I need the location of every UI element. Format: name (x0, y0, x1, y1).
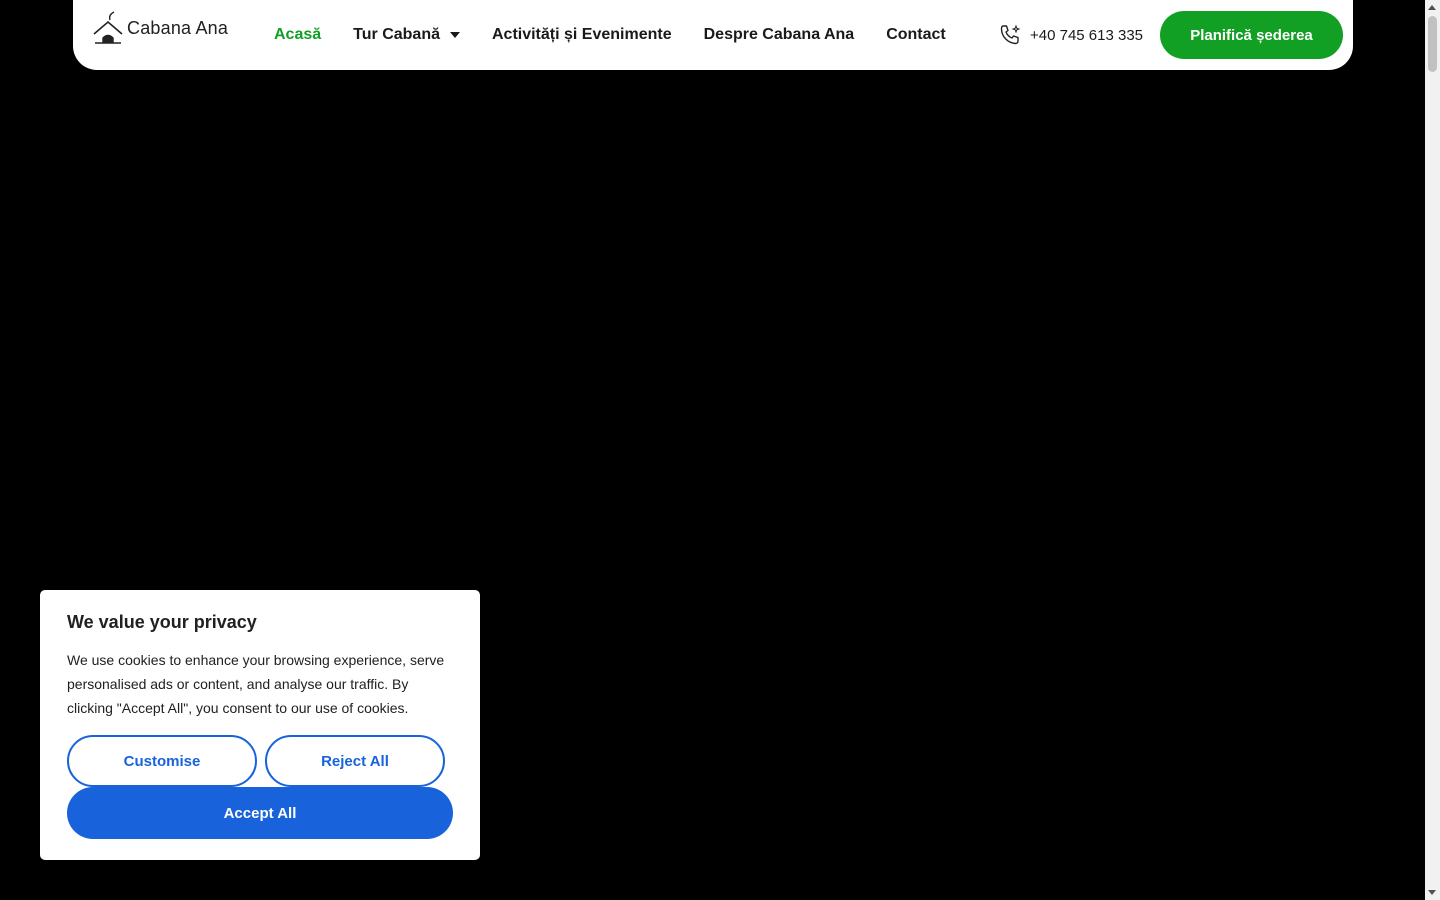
nav-item-contact[interactable]: Contact (886, 26, 946, 44)
nav-item-label: Activități și Evenimente (491, 26, 672, 43)
nav-item-label: Contact (886, 26, 946, 43)
phone-number: +40 745 613 335 (1030, 26, 1144, 44)
cookie-description: We use cookies to enhance your browsing … (67, 652, 445, 716)
reject-all-button[interactable]: Reject All (265, 735, 445, 787)
caret-down-icon (449, 32, 460, 38)
scroll-thumb[interactable] (1428, 16, 1437, 72)
logo-text: Cabana Ana (127, 17, 229, 38)
cookie-title: We value your privacy (67, 612, 257, 632)
site-header: Cabana Ana Acasă Tur Cabană Activități ș… (73, 0, 1353, 70)
site-logo[interactable]: Cabana Ana (92, 10, 228, 46)
house-logo-icon (93, 11, 123, 44)
phone-link[interactable]: +40 745 613 335 (998, 0, 1143, 70)
customise-button[interactable]: Customise (67, 735, 257, 787)
nav-item-tur-cabana[interactable]: Tur Cabană (353, 26, 460, 44)
nav-item-label: Despre Cabana Ana (703, 26, 855, 43)
nav-item-despre[interactable]: Despre Cabana Ana (704, 26, 855, 44)
nav-item-label: Tur Cabană (353, 26, 440, 43)
cookie-consent-banner: We value your privacy We use cookies to … (40, 590, 480, 860)
phone-icon (1000, 24, 1021, 45)
scrollbar[interactable] (1425, 0, 1440, 900)
scroll-down-arrow-icon[interactable] (1428, 890, 1436, 895)
scroll-up-arrow-icon[interactable] (1428, 5, 1436, 10)
plan-stay-button[interactable]: Planifică șederea (1160, 11, 1343, 59)
nav-item-label: Acasă (274, 26, 322, 43)
main-nav: Acasă Tur Cabană Activități și Eveniment… (274, 0, 978, 70)
accept-all-button[interactable]: Accept All (67, 787, 453, 839)
nav-item-acasa[interactable]: Acasă (274, 26, 321, 44)
nav-item-activitati[interactable]: Activități și Evenimente (492, 26, 672, 44)
